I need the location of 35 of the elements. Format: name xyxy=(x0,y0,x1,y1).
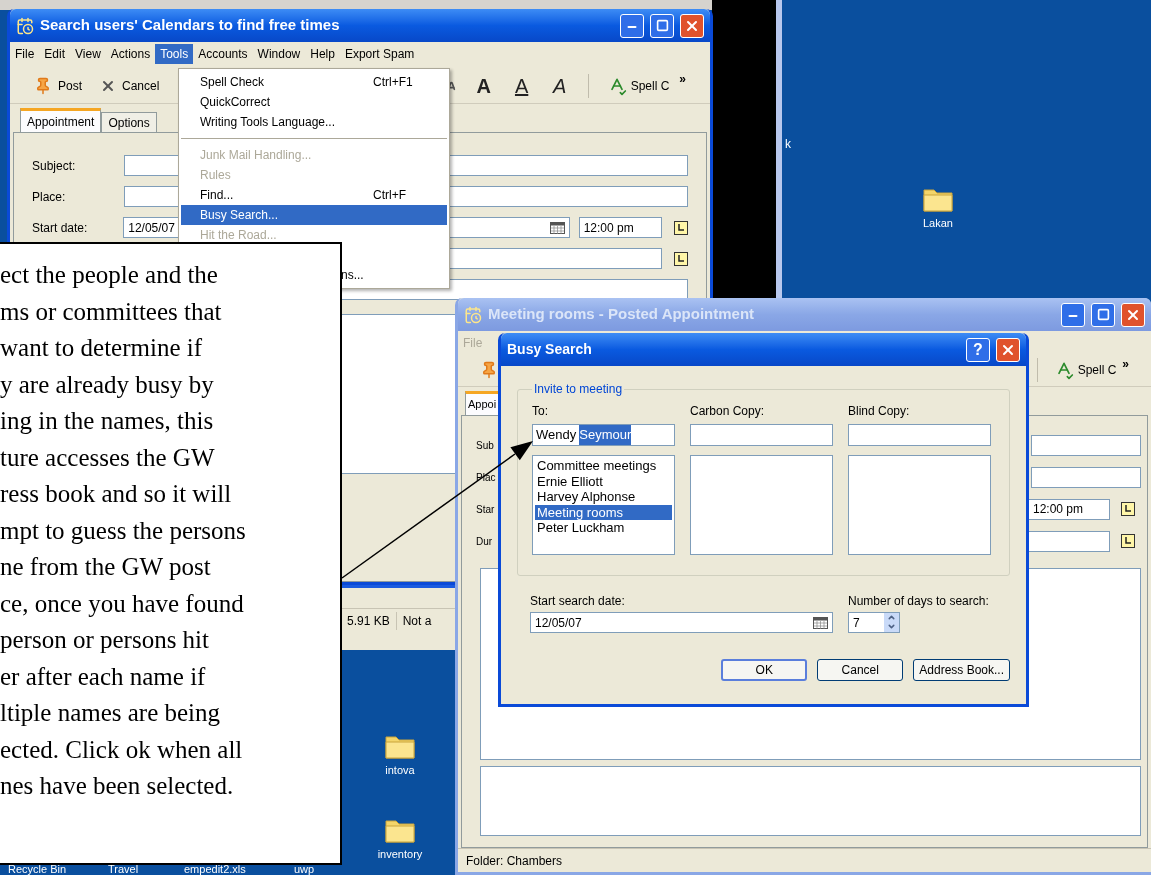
column-label: Blind Copy: xyxy=(848,403,911,420)
field-label: Start search date: xyxy=(530,593,626,610)
date-value: 12/05/07 xyxy=(128,219,175,237)
time-value: 12:00 pm xyxy=(1033,501,1084,518)
field-label: Subject: xyxy=(32,157,77,175)
callout-text: nes have been selected. xyxy=(0,771,235,801)
callout-text: y are already busy by xyxy=(0,369,215,400)
status-text: Not a xyxy=(395,611,438,630)
callout-text: ected. Click ok when all xyxy=(0,734,244,765)
date-value: 12/05/07 xyxy=(535,614,582,632)
desktop-text: k xyxy=(785,136,791,153)
field-label: Number of days to search: xyxy=(848,593,989,610)
window-title: Meeting rooms - Posted Appointment xyxy=(488,304,756,325)
callout-text: ture accesses the GW xyxy=(0,442,216,473)
callout-text: ce, once you have found xyxy=(0,588,245,619)
selected-text: Seymour xyxy=(579,425,632,445)
field-label: Start date: xyxy=(32,219,89,237)
window-title: Search users' Calendars to find free times xyxy=(40,15,341,36)
callout-text: ms or committees that xyxy=(0,296,223,327)
column-label: To: xyxy=(532,403,549,420)
time-value: 12:00 pm xyxy=(583,219,634,237)
callout-text: want to determine if xyxy=(0,333,203,363)
callout-text: ress book and so it will xyxy=(0,479,233,509)
callout-text: ltiple names are being xyxy=(0,698,222,728)
status-text: Folder: Chambers xyxy=(466,852,563,870)
callout-text: person or persons hit xyxy=(0,625,210,655)
field-label: Place: xyxy=(32,188,67,206)
callout-text: ing in the names, this xyxy=(0,406,215,436)
callout-text: ne from the GW post xyxy=(0,552,212,582)
callout-text: ect the people and the xyxy=(0,260,219,290)
callout-text: mpt to guess the persons xyxy=(0,515,247,546)
callout-text: er after each name if xyxy=(0,661,207,692)
group-label: Invite to meeting xyxy=(533,381,624,398)
column-label: Carbon Copy: xyxy=(690,403,766,420)
window-title: Busy Search xyxy=(507,340,593,359)
